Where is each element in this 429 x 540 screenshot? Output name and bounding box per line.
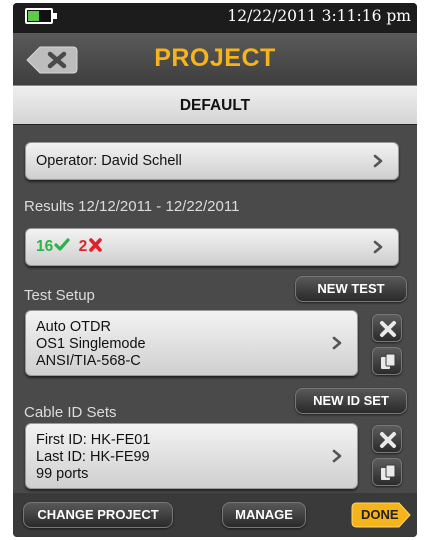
project-name: DEFAULT — [13, 85, 417, 125]
close-icon — [380, 432, 396, 448]
results-button[interactable]: 16 2 — [25, 228, 399, 266]
operator-button[interactable]: Operator: David Schell — [25, 142, 399, 180]
close-icon — [380, 321, 396, 337]
battery-fill — [28, 11, 39, 21]
results-summary: 16 2 — [36, 238, 103, 256]
status-bar: 12/22/2011 3:11:16 pm — [13, 3, 417, 33]
battery-icon — [25, 8, 57, 24]
copy-icon — [381, 464, 396, 480]
cable-id-set-button[interactable]: First ID: HK-FE01 Last ID: HK-FE99 99 po… — [25, 423, 358, 489]
chevron-right-icon — [332, 336, 342, 350]
cable-id-set-details: First ID: HK-FE01 Last ID: HK-FE99 99 po… — [36, 432, 150, 483]
change-project-button[interactable]: CHANGE PROJECT — [23, 502, 173, 528]
test-limit: ANSI/TIA-568-C — [36, 353, 141, 369]
delete-test-button[interactable] — [372, 314, 402, 342]
new-test-button[interactable]: NEW TEST — [295, 276, 407, 302]
test-setup-label: Test Setup — [24, 287, 95, 304]
tester-screen: 12/22/2011 3:11:16 pm PROJECT DEFAULT Op… — [13, 3, 417, 537]
test-type: Auto OTDR — [36, 319, 111, 335]
page-title: PROJECT — [154, 44, 276, 72]
chevron-right-icon — [373, 240, 383, 254]
date-time: 12/22/2011 3:11:16 pm — [227, 7, 411, 25]
copy-test-button[interactable] — [372, 347, 402, 375]
new-id-set-button[interactable]: NEW ID SET — [295, 388, 407, 414]
last-id: Last ID: HK-FE99 — [36, 449, 150, 465]
pass-count: 16 — [36, 238, 54, 255]
copy-id-set-button[interactable] — [372, 458, 402, 486]
chevron-right-icon — [373, 154, 383, 168]
fail-count: 2 — [78, 238, 88, 255]
manage-button[interactable]: MANAGE — [222, 502, 306, 528]
done-button[interactable]: DONE — [351, 502, 411, 528]
check-icon — [54, 238, 70, 251]
results-date-range: Results 12/12/2011 - 12/22/2011 — [24, 198, 240, 215]
project-content: Operator: David Schell Results 12/12/201… — [13, 125, 417, 493]
delete-id-set-button[interactable] — [372, 425, 402, 453]
bottom-bar: CHANGE PROJECT MANAGE DONE — [13, 493, 417, 537]
cable-id-sets-label: Cable ID Sets — [24, 404, 117, 421]
title-bar: PROJECT — [13, 33, 417, 85]
test-setup-details: Auto OTDR OS1 Singlemode ANSI/TIA-568-C — [36, 319, 146, 370]
operator-label: Operator: David Schell — [36, 153, 182, 169]
done-label: DONE — [361, 507, 399, 522]
port-count: 99 ports — [36, 466, 89, 482]
first-id: First ID: HK-FE01 — [36, 432, 151, 448]
test-setup-button[interactable]: Auto OTDR OS1 Singlemode ANSI/TIA-568-C — [25, 310, 358, 376]
copy-icon — [381, 353, 396, 369]
fiber-type: OS1 Singlemode — [36, 336, 146, 352]
chevron-right-icon — [332, 449, 342, 463]
cross-icon — [89, 238, 102, 252]
